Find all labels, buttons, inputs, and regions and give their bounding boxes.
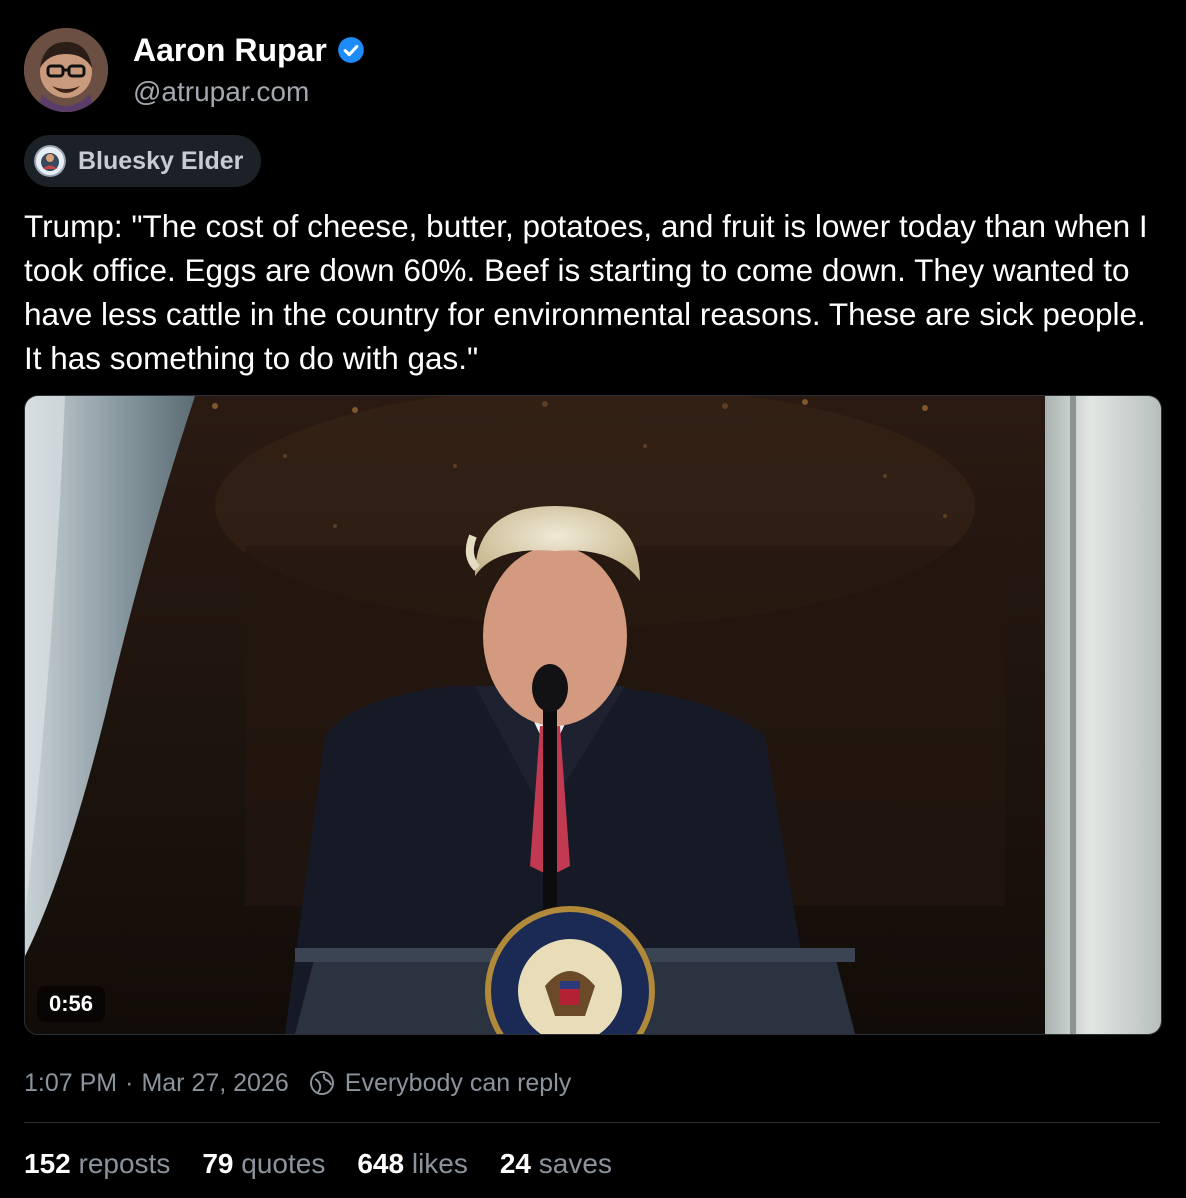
stat-saves[interactable]: 24 saves <box>500 1146 612 1182</box>
reply-setting[interactable]: Everybody can reply <box>345 1066 572 1100</box>
author-name-row[interactable]: Aaron Rupar <box>133 30 365 70</box>
verified-icon <box>337 37 364 63</box>
stat-count: 79 <box>202 1148 234 1179</box>
avatar[interactable] <box>24 28 108 112</box>
stat-label: quotes <box>241 1148 326 1179</box>
badge-icon <box>34 145 66 177</box>
author-name[interactable]: Aaron Rupar <box>133 30 327 70</box>
post-text: Trump: "The cost of cheese, butter, pota… <box>24 208 1157 376</box>
divider <box>24 1122 1160 1123</box>
post-date[interactable]: Mar 27, 2026 <box>141 1066 288 1100</box>
stat-label: saves <box>538 1148 612 1179</box>
author-handle[interactable]: @atrupar.com <box>133 74 309 110</box>
stat-count: 24 <box>499 1148 532 1179</box>
stat-reposts[interactable]: 152 reposts <box>24 1146 170 1182</box>
stat-likes[interactable]: 648 likes <box>357 1146 468 1182</box>
stat-count: 152 <box>24 1148 71 1179</box>
stat-quotes[interactable]: 79 quotes <box>202 1146 325 1182</box>
avatar-image <box>24 28 108 112</box>
post-meta: 1:07 PM · Mar 27, 2026 Everybody can rep… <box>24 1066 571 1100</box>
video-frame <box>25 396 1161 1034</box>
post-time[interactable]: 1:07 PM <box>24 1066 117 1100</box>
globe-icon <box>309 1071 334 1095</box>
badge-label: Bluesky Elder <box>78 146 244 175</box>
engagement-stats: 152 reposts 79 quotes 648 likes 24 saves <box>24 1146 612 1182</box>
stat-count: 648 <box>357 1148 405 1179</box>
profile-badge[interactable]: Bluesky Elder <box>24 135 262 187</box>
video-player[interactable]: 0:56 <box>24 395 1162 1035</box>
meta-separator: · <box>125 1069 134 1097</box>
stat-label: likes <box>411 1148 468 1179</box>
video-duration: 0:56 <box>37 986 106 1022</box>
stat-label: reposts <box>78 1148 171 1179</box>
